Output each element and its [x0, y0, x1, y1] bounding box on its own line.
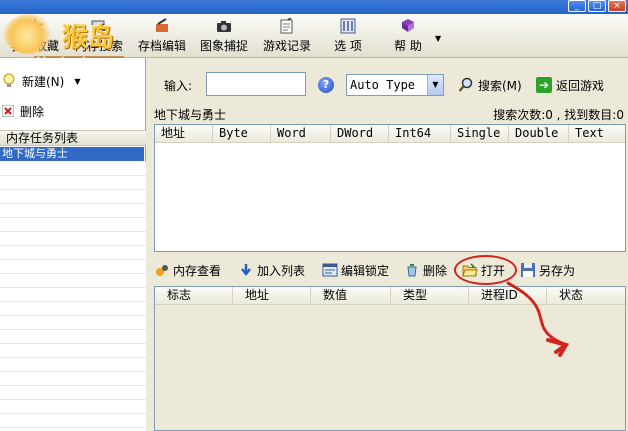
result-table-header: 地址 Byte Word DWord Int64 Single Double T…	[155, 125, 625, 143]
lightbulb-icon	[3, 73, 15, 87]
search-button[interactable]: 搜索(M)	[458, 74, 522, 96]
view-memory-button[interactable]: 内存查看	[154, 260, 221, 280]
toolbar-game-record-button[interactable]: 游戏记录	[258, 18, 316, 56]
toolbar-capture-button[interactable]: 图象捕捉	[196, 18, 252, 56]
window-title-bar: _ □ ×	[0, 0, 628, 14]
main-panel: 输入: ? Auto Type ▼ 搜索(M) ➔ 返回游戏 地下城与勇士 搜索…	[148, 58, 628, 431]
toolbar-options-button[interactable]: 选 项	[328, 18, 368, 56]
task-list-item[interactable]: 地下城与勇士	[0, 147, 144, 161]
toolbar-label: 帮 助	[394, 39, 422, 53]
input-label: 输入:	[164, 79, 193, 93]
delete-entry-label: 删除	[423, 263, 448, 278]
add-to-list-button[interactable]: 加入列表	[238, 260, 305, 280]
save-as-button[interactable]: 另存为	[520, 260, 575, 280]
column-header[interactable]: Double	[509, 125, 569, 143]
delete-task-button[interactable]: 删除	[2, 100, 44, 122]
recycle-delete-icon	[407, 264, 417, 277]
delete-entry-button[interactable]: 删除	[404, 260, 447, 280]
magnifier-icon	[458, 77, 473, 92]
maximize-button[interactable]: □	[588, 0, 606, 12]
toolbar-help-button[interactable]: 帮 助	[388, 18, 428, 56]
column-header[interactable]: Single	[451, 125, 509, 143]
toolbar-label: 我的收藏	[10, 39, 59, 53]
view-memory-label: 内存查看	[173, 263, 222, 278]
chevron-down-icon[interactable]: ▼	[427, 75, 443, 95]
search-value-input[interactable]	[206, 72, 306, 96]
edit-lock-button[interactable]: 编辑锁定	[322, 260, 389, 280]
search-result-table[interactable]: 地址 Byte Word DWord Int64 Single Double T…	[154, 124, 626, 252]
column-header[interactable]: DWord	[331, 125, 389, 143]
main-toolbar: 我的收藏 内存搜索 存档编辑 图象捕捉 游戏记录 选 项 帮 助 ▼	[0, 14, 628, 58]
column-header[interactable]: 地址	[155, 125, 213, 143]
delete-x-icon	[2, 105, 14, 117]
open-file-label: 打开	[481, 263, 506, 278]
column-header[interactable]: Int64	[389, 125, 451, 143]
new-task-button[interactable]: 新建(N) ▼	[2, 70, 81, 92]
save-edit-icon	[156, 18, 168, 32]
toolbar-save-edit-button[interactable]: 存档编辑	[134, 18, 190, 56]
memory-search-icon	[91, 20, 107, 33]
star-icon	[26, 18, 44, 34]
column-header[interactable]: 地址	[233, 287, 311, 305]
toolbar-label: 选 项	[334, 39, 362, 53]
edit-lock-icon	[322, 263, 338, 277]
search-result-count: 搜索次数:0 , 找到数目:0	[493, 108, 624, 122]
arrow-down-icon	[241, 264, 251, 276]
column-header[interactable]: Text	[569, 125, 625, 143]
minimize-button[interactable]: _	[568, 0, 586, 12]
delete-task-label: 删除	[20, 104, 45, 119]
locked-list-table[interactable]: 标志 地址 数值 类型 进程ID 状态	[154, 286, 626, 431]
column-header[interactable]: Byte	[213, 125, 271, 143]
save-as-label: 另存为	[539, 263, 576, 278]
folder-open-icon	[462, 263, 478, 277]
return-game-button[interactable]: ➔ 返回游戏	[536, 74, 604, 96]
list-table-header: 标志 地址 数值 类型 进程ID 状态	[155, 287, 625, 305]
list-action-bar: 内存查看 加入列表 编辑锁定 删除 打开 另存为	[154, 258, 626, 282]
toolbar-memory-search-button[interactable]: 内存搜索	[70, 18, 128, 56]
task-list-header: 内存任务列表	[0, 130, 146, 146]
column-header[interactable]: 标志	[155, 287, 233, 305]
column-header[interactable]: 进程ID	[469, 287, 547, 305]
add-to-list-label: 加入列表	[257, 263, 306, 278]
toolbar-label: 内存搜索	[74, 39, 123, 53]
search-type-select[interactable]: Auto Type ▼	[346, 74, 444, 96]
task-list-empty-rows	[0, 162, 146, 431]
return-game-label: 返回游戏	[556, 78, 605, 93]
memory-view-icon	[156, 265, 168, 276]
open-file-button[interactable]: 打开	[462, 260, 505, 280]
search-type-value: Auto Type	[350, 78, 416, 92]
game-record-icon	[280, 18, 293, 34]
column-header[interactable]: Word	[271, 125, 331, 143]
arrow-right-icon: ➔	[536, 77, 552, 93]
toolbar-favorites-button[interactable]: 我的收藏	[6, 18, 64, 56]
search-button-label: 搜索(M)	[478, 78, 522, 93]
options-icon	[340, 18, 356, 34]
new-dropdown-arrow-icon[interactable]: ▼	[74, 77, 80, 86]
edit-lock-label: 编辑锁定	[341, 263, 390, 278]
camera-icon	[217, 21, 231, 32]
task-sidebar: 新建(N) ▼ 删除 内存任务列表 地下城与勇士	[0, 58, 146, 431]
help-dropdown-arrow-icon[interactable]: ▼	[435, 34, 441, 43]
column-header[interactable]: 状态	[547, 287, 625, 305]
toolbar-label: 游戏记录	[262, 39, 311, 53]
column-header[interactable]: 类型	[391, 287, 469, 305]
toolbar-label: 存档编辑	[137, 39, 186, 53]
floppy-disk-icon	[521, 263, 535, 277]
current-game-name: 地下城与勇士	[154, 108, 227, 122]
list-table-body	[155, 305, 625, 430]
help-book-icon	[402, 19, 414, 32]
column-header[interactable]: 数值	[311, 287, 391, 305]
status-bar: 地下城与勇士 搜索次数:0 , 找到数目:0	[154, 104, 628, 122]
help-question-icon[interactable]: ?	[318, 77, 334, 93]
new-task-label: 新建(N)	[22, 74, 65, 89]
close-button[interactable]: ×	[608, 0, 626, 12]
search-bar: 输入: ? Auto Type ▼ 搜索(M) ➔ 返回游戏	[148, 72, 628, 98]
toolbar-label: 图象捕捉	[199, 39, 248, 53]
